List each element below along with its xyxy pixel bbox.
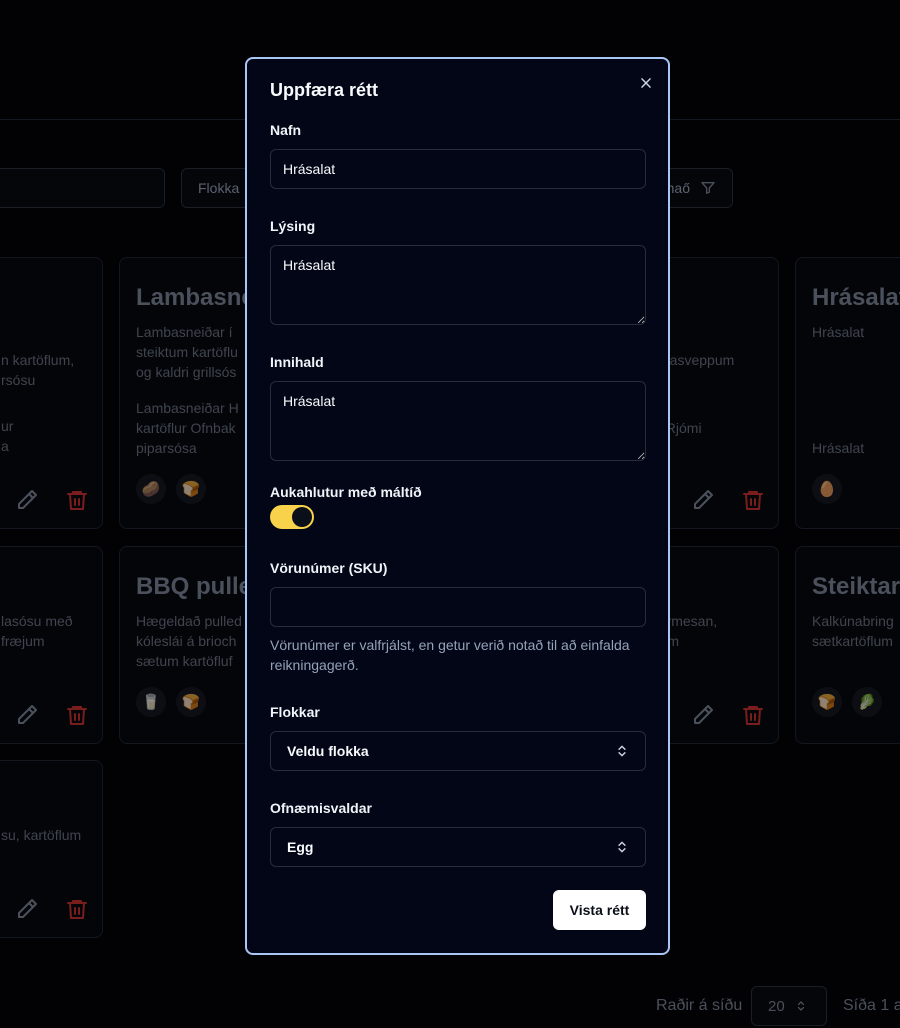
card-description: n kartöflum, rsósu (1, 352, 75, 388)
allergen-icon: 🍞 (176, 474, 206, 504)
allergens-label: Ofnæmisvaldar (270, 800, 372, 816)
name-label: Nafn (270, 122, 302, 138)
dialog-title: Uppfæra rétt (270, 80, 379, 100)
categories-select[interactable]: Veldu flokka (270, 731, 646, 771)
description-label: Lýsing (270, 218, 316, 234)
categories-label: Flokkar (270, 704, 320, 720)
delete-icon[interactable] (65, 897, 89, 921)
delete-icon[interactable] (741, 703, 765, 727)
update-dish-dialog: Uppfæra rétt Nafn Lýsing Hrásalat Inniha… (245, 57, 670, 955)
toggle-knob (292, 507, 312, 527)
categories-select-value: Veldu flokka (287, 743, 369, 759)
card-title: Hrásalat (812, 284, 900, 311)
card-title: Lambasne (136, 284, 255, 311)
card-description: Lambasneiðar í steiktum kartöflu og kald… (136, 324, 238, 380)
dish-card: Hrásalat Hrásalat Hrásalat 🥚 (795, 257, 900, 529)
delete-icon[interactable] (741, 488, 765, 512)
chevron-up-down-icon (797, 1001, 804, 1011)
side-dish-label: Aukahlutur með máltíð (270, 484, 422, 500)
card-ingredients: Hrásalat (812, 440, 865, 456)
allergen-icon: 🥔 (136, 474, 166, 504)
delete-icon[interactable] (65, 488, 89, 512)
filter-label: naő (666, 180, 690, 196)
name-input[interactable] (270, 149, 646, 189)
sku-label: Vörunúmer (SKU) (270, 560, 388, 576)
close-icon (641, 78, 651, 88)
save-dish-button[interactable]: Vista rétt (553, 890, 646, 930)
ingredients-textarea[interactable]: Hrásalat (270, 381, 646, 461)
dish-card: n kartöflum, rsósu ur a (0, 257, 103, 529)
delete-icon[interactable] (65, 703, 89, 727)
ingredients-label: Innihald (270, 354, 324, 370)
rows-per-page-select[interactable]: 20 (751, 986, 827, 1026)
close-button[interactable] (637, 74, 655, 92)
card-description: lasósu með fræjum (1, 613, 73, 649)
allergen-icon: 🥬 (852, 687, 882, 717)
chevron-up-down-icon (618, 745, 626, 757)
card-title: BBQ pulle (136, 573, 253, 600)
description-textarea[interactable]: Hrásalat (270, 245, 646, 325)
card-ingredients: ur a (1, 418, 14, 454)
dish-card: su, kartöflum (0, 760, 103, 938)
edit-icon[interactable] (691, 488, 715, 512)
allergen-icon: 🍞 (812, 687, 842, 717)
allergen-icon: 🥛 (136, 687, 166, 717)
side-dish-toggle[interactable] (270, 505, 314, 529)
search-input[interactable] (0, 168, 165, 208)
chevron-up-down-icon (618, 841, 626, 853)
card-ingredients: Lambasneiðar H kartöflur Ofnbak piparsós… (136, 400, 239, 456)
dish-card: Steiktar Kalkúnabring sætkartöflum 🍞 🥬 (795, 546, 900, 744)
allergens-select[interactable]: Egg (270, 827, 646, 867)
card-title: Steiktar (812, 573, 900, 600)
sku-help-text: Vörunúmer er valfrjálst, en getur verið … (270, 637, 630, 673)
card-description: Hægeldað pulled kóleslái á brioch sætum … (136, 613, 242, 669)
rows-per-page-label: Raðir á síðu (656, 997, 743, 1014)
sku-input[interactable] (270, 587, 646, 627)
card-description: Hrásalat (812, 324, 865, 340)
category-filter-label: Flokka (198, 180, 240, 196)
page-indicator: Síða 1 a (843, 997, 900, 1014)
rows-per-page-value: 20 (768, 997, 785, 1015)
edit-icon[interactable] (15, 897, 39, 921)
allergen-icon: 🍞 (176, 687, 206, 717)
card-description: su, kartöflum (1, 827, 82, 843)
dish-card: lasósu með fræjum (0, 546, 103, 744)
filter-icon (701, 182, 715, 194)
card-description: Kalkúnabring sætkartöflum (812, 613, 894, 649)
edit-icon[interactable] (15, 703, 39, 727)
edit-icon[interactable] (691, 703, 715, 727)
allergens-select-value: Egg (287, 839, 314, 855)
allergen-icon: 🥚 (812, 474, 842, 504)
edit-icon[interactable] (15, 488, 39, 512)
